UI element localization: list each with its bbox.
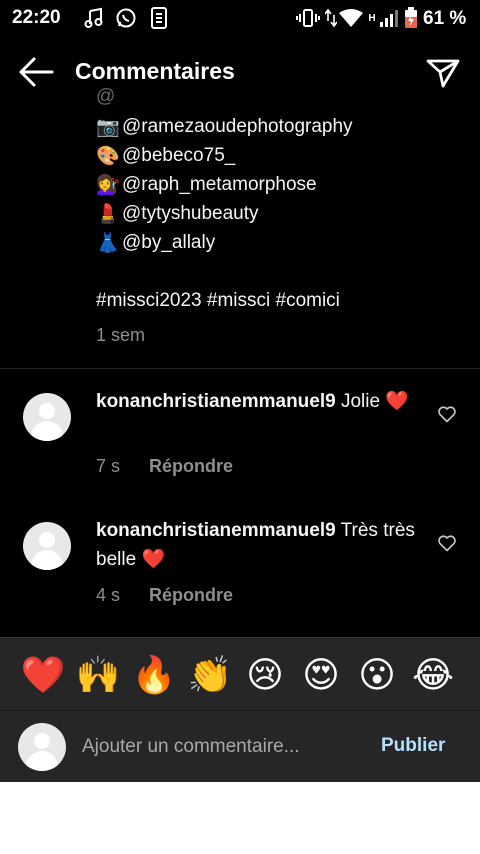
palette-emoji: 🎨 <box>96 145 120 167</box>
back-button[interactable] <box>16 54 56 90</box>
comment-meta: 4 s Répondre <box>96 585 233 606</box>
emoji-button-raised-hands[interactable]: 🙌 <box>75 652 121 698</box>
mention-link[interactable]: @raph_metamorphose <box>122 174 317 196</box>
comment-meta: 7 s Répondre <box>96 456 233 477</box>
emoji-button-fire[interactable]: 🔥 <box>131 652 177 698</box>
emoji-button-surprised[interactable]: 😮 <box>354 652 400 698</box>
emoji-button-heart-eyes[interactable]: 😍 <box>298 652 344 698</box>
signal-icon <box>378 7 400 29</box>
avatar <box>18 723 66 771</box>
comment-time: 4 s <box>96 585 121 605</box>
caption-mention: 💇‍♀️ @raph_metamorphose <box>96 170 317 199</box>
wifi-icon <box>339 7 363 29</box>
camera-emoji: 📷 <box>96 116 120 138</box>
share-button[interactable] <box>423 52 463 92</box>
music-note-icon <box>82 7 106 29</box>
status-time: 22:20 <box>12 7 61 28</box>
battery-percent: 61 % <box>423 8 467 29</box>
network-type-label: H <box>368 12 376 24</box>
avatar[interactable] <box>23 522 71 570</box>
emoji-button-laughing[interactable]: 😂 <box>410 652 456 698</box>
comment-item: konanchristianemmanuel9 Très très belle … <box>0 505 480 615</box>
comment-input[interactable] <box>82 733 362 761</box>
vibrate-icon <box>296 7 320 29</box>
haircut-emoji: 💇‍♀️ <box>96 174 120 196</box>
caption-hashtags[interactable]: #missci2023 #missci #comici <box>96 286 340 315</box>
battery-icon <box>403 7 419 29</box>
comments-screen: 22:20 H 61 % Commentaires @ 📷 @ramezaoud… <box>0 0 480 782</box>
comment-username[interactable]: konanchristianemmanuel9 <box>96 520 336 541</box>
mention-link[interactable]: @bebeco75_ <box>122 145 235 167</box>
heart-emoji: ❤️ <box>141 549 166 570</box>
reply-button[interactable]: Répondre <box>149 585 233 605</box>
caption-mention: 💄 @tytyshubeauty <box>96 199 259 228</box>
caption-mention: 👗 @by_allaly <box>96 228 215 257</box>
mention-link[interactable]: @by_allaly <box>122 232 215 254</box>
status-bar: 22:20 H 61 % <box>0 0 480 38</box>
arrow-left-icon <box>19 57 54 87</box>
emoji-button-crying[interactable]: 😢 <box>242 652 288 698</box>
comment-input-bar: Publier <box>0 710 480 782</box>
like-comment-button[interactable] <box>437 404 459 426</box>
comment-item: konanchristianemmanuel9 Jolie ❤️ 7 s Rép… <box>0 376 480 486</box>
comment-body: Jolie <box>340 391 381 412</box>
paper-plane-icon <box>426 59 460 88</box>
header: Commentaires <box>0 46 480 98</box>
avatar[interactable] <box>23 393 71 441</box>
comment-text: konanchristianemmanuel9 Jolie ❤️ <box>96 387 416 416</box>
whatsapp-icon <box>114 7 138 29</box>
emoji-button-clap[interactable]: 👏 <box>187 652 233 698</box>
heart-emoji: ❤️ <box>385 391 410 412</box>
page-title: Commentaires <box>75 58 235 84</box>
like-comment-button[interactable] <box>437 533 459 555</box>
divider <box>0 368 480 369</box>
emoji-button-heart[interactable]: ❤️ <box>20 652 66 698</box>
data-arrows-icon <box>324 7 338 29</box>
caption-partial-line: @ <box>96 85 116 107</box>
publish-button[interactable]: Publier <box>381 735 445 757</box>
caption-mention: 🎨 @bebeco75_ <box>96 141 235 170</box>
mention-link[interactable]: @tytyshubeauty <box>122 203 259 225</box>
caption-time: 1 sem <box>96 325 146 345</box>
heart-outline-icon <box>438 535 456 552</box>
comment-username[interactable]: konanchristianemmanuel9 <box>96 391 336 412</box>
quick-emoji-bar: ❤️ 🙌 🔥 👏 😢 😍 😮 😂 <box>0 637 480 711</box>
heart-outline-icon <box>438 406 456 423</box>
caption-mention: 📷 @ramezaoudephotography <box>96 112 353 141</box>
comment-text: konanchristianemmanuel9 Très très belle … <box>96 516 416 574</box>
sim-card-icon <box>148 7 170 29</box>
reply-button[interactable]: Répondre <box>149 456 233 476</box>
mention-link[interactable]: @ramezaoudephotography <box>122 116 353 138</box>
comment-time: 7 s <box>96 456 121 476</box>
dress-emoji: 👗 <box>96 232 120 254</box>
lipstick-emoji: 💄 <box>96 203 120 225</box>
